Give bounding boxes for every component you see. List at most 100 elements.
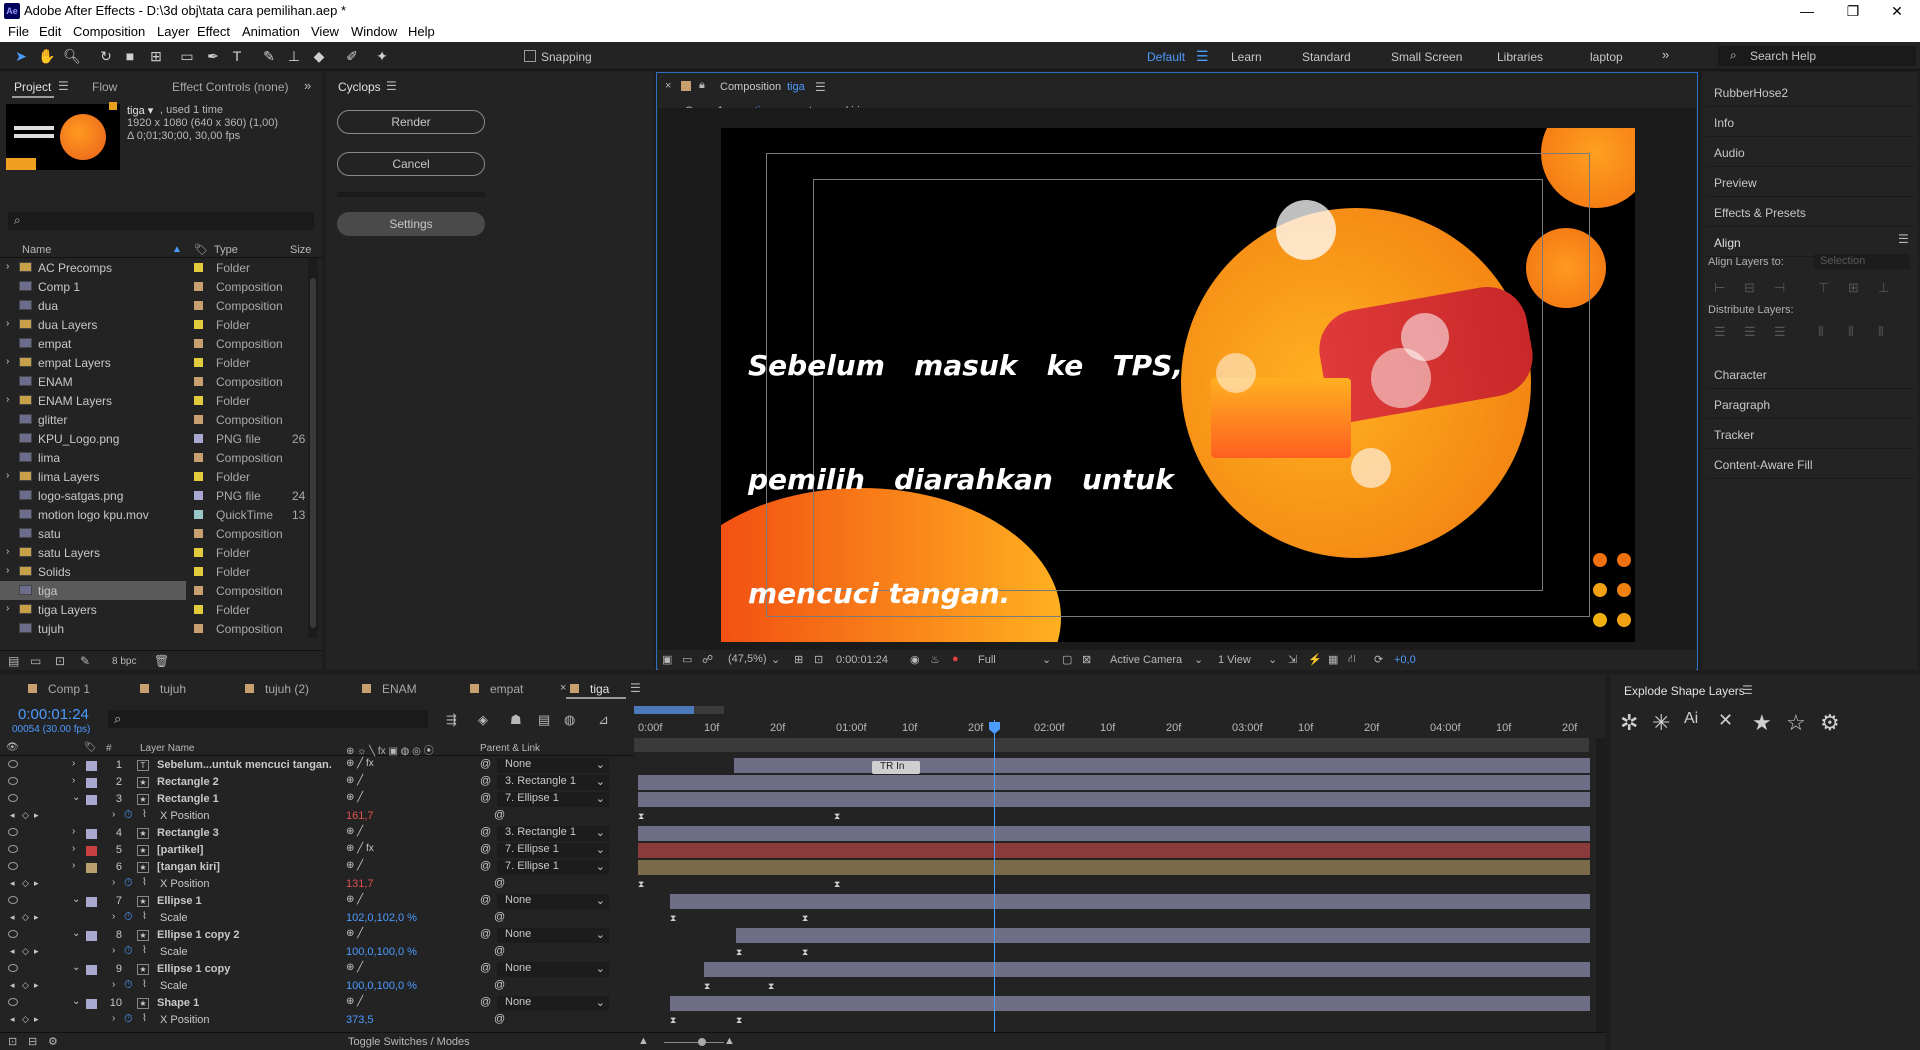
more-workspaces-icon[interactable]: » <box>1662 47 1669 62</box>
menu-edit[interactable]: Edit <box>39 24 61 39</box>
roto-brush-tool-icon[interactable]: ✐ <box>343 47 361 65</box>
expand-panels-icon[interactable]: » <box>304 78 311 93</box>
close-tab-icon[interactable]: × <box>560 682 566 694</box>
parent-select[interactable]: None ⌄ <box>497 962 609 977</box>
panel-menu-icon[interactable]: ☰ <box>1898 232 1909 246</box>
expand-arrow-icon[interactable]: › <box>112 945 115 956</box>
label-swatch[interactable] <box>194 263 203 272</box>
project-item[interactable]: KPU_Logo.png PNG file 26 <box>0 429 306 448</box>
layer-row[interactable]: ⌄ 7 ★ Ellipse 1 ⊕ ╱ @ None ⌄ <box>0 893 1590 910</box>
expand-arrow-icon[interactable]: › <box>72 758 75 769</box>
visibility-eye-icon[interactable] <box>8 998 18 1006</box>
visibility-eye-icon[interactable] <box>8 964 18 972</box>
label-swatch[interactable] <box>194 396 203 405</box>
layer-row[interactable]: › 4 ★ Rectangle 3 ⊕ ╱ @ 3. Rectangle 1 ⌄ <box>0 825 1590 842</box>
layer-row[interactable]: ⌄ 8 ★ Ellipse 1 copy 2 ⊕ ╱ @ None ⌄ <box>0 927 1590 944</box>
project-item[interactable]: ENAM Composition <box>0 372 306 391</box>
label-swatch[interactable] <box>194 529 203 538</box>
pick-whip-icon[interactable]: @ <box>480 775 491 787</box>
close-tab-icon[interactable]: × <box>665 80 671 92</box>
timeline-current-time[interactable]: 0:00:01:24 <box>18 706 89 723</box>
label-swatch[interactable] <box>194 510 203 519</box>
label-swatch[interactable] <box>194 282 203 291</box>
layer-switches-icon[interactable]: ⊡ <box>8 1035 17 1048</box>
distribute-hcenter-icon[interactable]: ⦀ <box>1848 324 1854 340</box>
parent-select[interactable]: 7. Ellipse 1 ⌄ <box>497 860 609 875</box>
project-item[interactable]: tiga Composition <box>0 581 283 600</box>
layer-duration-bar[interactable] <box>736 928 1590 943</box>
expand-arrow-icon[interactable]: › <box>6 394 9 405</box>
timeline-tab-tujuh[interactable]: tujuh <box>160 682 186 696</box>
zoom-out-icon[interactable]: ▲ <box>638 1035 649 1047</box>
project-item[interactable]: empat Composition <box>0 334 306 353</box>
exposure-value[interactable]: +0,0 <box>1394 654 1416 666</box>
property-row[interactable]: ◂ ◇ ▸ › ⏱︎ ⌇ X Position 161,7 @ ⧗ ⧗ <box>0 808 1590 825</box>
layer-name[interactable]: Rectangle 2 <box>157 776 219 788</box>
parent-select[interactable]: None ⌄ <box>497 996 609 1011</box>
new-folder-icon[interactable]: ▭ <box>30 654 41 668</box>
rotate-tool-icon[interactable]: ↻ <box>97 47 115 65</box>
layer-name[interactable]: Ellipse 1 copy 2 <box>157 929 240 941</box>
panel-menu-icon[interactable]: ☰ <box>630 681 641 695</box>
project-settings-icon[interactable]: ✎ <box>80 654 90 668</box>
search-help-input[interactable]: ⌕ Search Help <box>1718 46 1916 66</box>
property-value[interactable]: 373,5 <box>346 1014 374 1026</box>
pick-whip-icon[interactable]: @ <box>480 928 491 940</box>
property-row[interactable]: ◂ ◇ ▸ › ⏱︎ ⌇ X Position 373,5 @ ⧗ ⧗ <box>0 1012 1590 1029</box>
lock-icon[interactable]: 🔒︎ <box>699 79 705 92</box>
project-item[interactable]: › AC Precomps Folder <box>0 258 306 277</box>
add-keyframe-icon[interactable]: ◇ <box>22 912 29 923</box>
layer-name[interactable]: Ellipse 1 <box>157 895 202 907</box>
label-swatch[interactable] <box>194 453 203 462</box>
reset-exposure-icon[interactable]: ⟳ <box>1374 653 1383 666</box>
fast-previews-icon[interactable]: ⚡ <box>1308 653 1322 666</box>
keyframe-nav-prev-icon[interactable]: ◂ <box>10 1014 15 1025</box>
panel-rubberhose2[interactable]: RubberHose2 <box>1714 86 1788 100</box>
menu-animation[interactable]: Animation <box>242 24 300 39</box>
expression-pick-whip-icon[interactable]: @ <box>494 877 505 889</box>
cancel-button[interactable]: Cancel <box>337 152 485 176</box>
keyframe-icon[interactable]: ⧗ <box>670 1015 676 1026</box>
zoom-slider-handle[interactable] <box>698 1038 706 1046</box>
composition-viewer[interactable]: Sebelum masuk ke TPS, pemilih diarahkan … <box>658 108 1696 650</box>
align-to-select[interactable]: Selection <box>1814 254 1910 269</box>
parent-select[interactable]: None ⌄ <box>497 928 609 943</box>
pick-whip-icon[interactable]: @ <box>480 894 491 906</box>
transparency-grid-icon[interactable]: ⊡ <box>814 653 823 666</box>
camera-select[interactable]: Active Camera <box>1110 654 1182 666</box>
expression-pick-whip-icon[interactable]: @ <box>494 945 505 957</box>
workspace-learn[interactable]: Learn <box>1231 50 1262 64</box>
align-bottom-icon[interactable]: ⊥ <box>1878 280 1889 296</box>
timeline-search-input[interactable]: ⌕ <box>108 710 428 728</box>
timeline-tab-comp-1[interactable]: Comp 1 <box>48 682 90 696</box>
pick-whip-icon[interactable]: @ <box>480 792 491 804</box>
keyframe-nav-next-icon[interactable]: ▸ <box>34 912 39 923</box>
project-item[interactable]: › empat Layers Folder <box>0 353 306 372</box>
visibility-eye-icon[interactable] <box>8 828 18 836</box>
layer-duration-bar[interactable] <box>704 962 1590 977</box>
camera-tool-icon[interactable]: ■ <box>121 47 139 65</box>
label-swatch[interactable] <box>194 377 203 386</box>
expand-arrow-icon[interactable]: › <box>6 356 9 367</box>
stopwatch-icon[interactable]: ⏱︎ <box>124 979 133 992</box>
graph-editor-icon[interactable]: ⊿ <box>598 712 609 728</box>
col-layer-name[interactable]: Layer Name <box>140 743 194 754</box>
distribute-bottom-icon[interactable]: ☰ <box>1774 324 1786 340</box>
visibility-eye-icon[interactable] <box>8 845 18 853</box>
transparency-icon[interactable]: ⊠ <box>1082 653 1091 666</box>
workspace-standard[interactable]: Standard <box>1302 50 1351 64</box>
parent-select[interactable]: 7. Ellipse 1 ⌄ <box>497 792 609 807</box>
tab-project[interactable]: Project <box>14 80 51 94</box>
pick-whip-icon[interactable]: @ <box>480 826 491 838</box>
switches-icons[interactable]: ⊕ ╱ fx <box>346 758 374 769</box>
show-snapshot-icon[interactable]: ♨ <box>930 653 940 666</box>
timeline-tab-tiga[interactable]: tiga <box>590 682 609 696</box>
expand-arrow-icon[interactable]: › <box>112 877 115 888</box>
pick-whip-icon[interactable]: @ <box>480 962 491 974</box>
col-type[interactable]: Type <box>214 244 238 256</box>
stopwatch-icon[interactable]: ⏱︎ <box>124 877 133 890</box>
distribute-top-icon[interactable]: ☰ <box>1714 324 1726 340</box>
pick-whip-icon[interactable]: @ <box>480 860 491 872</box>
transfer-controls-icon[interactable]: ⊟ <box>28 1035 37 1048</box>
work-area-navigator[interactable] <box>634 706 724 714</box>
